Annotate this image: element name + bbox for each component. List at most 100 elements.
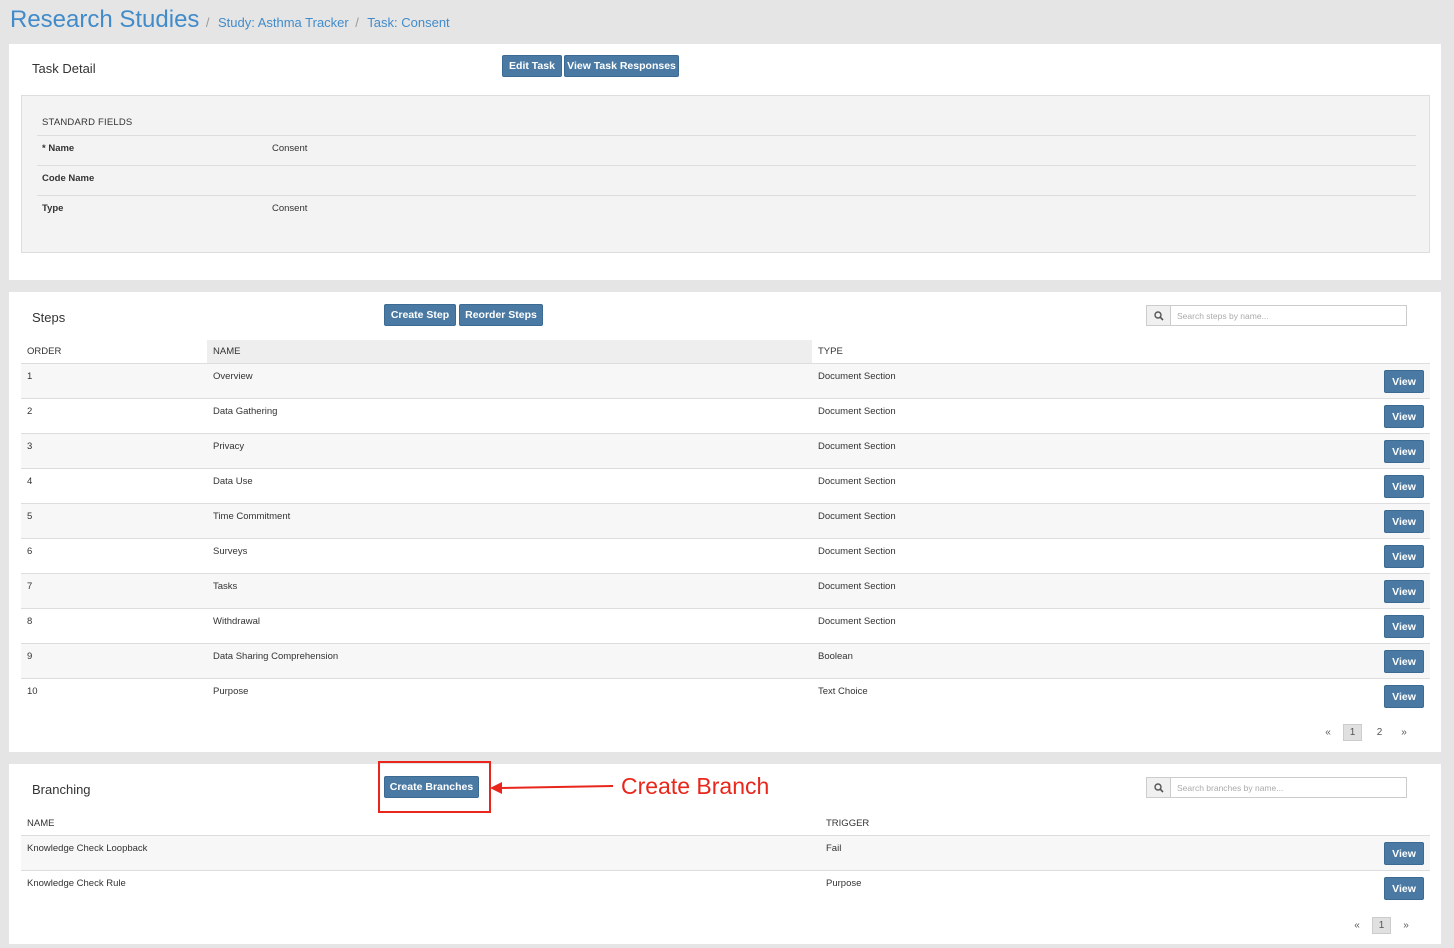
cell-name: Withdrawal (213, 616, 260, 627)
standard-fields-box: STANDARD FIELDS * Name Consent Code Name… (21, 95, 1430, 253)
table-row: 1 Overview Document Section View (21, 363, 1430, 398)
view-step-button[interactable]: View (1384, 370, 1424, 393)
view-task-responses-button[interactable]: View Task Responses (564, 55, 679, 77)
standard-fields-heading: STANDARD FIELDS (42, 117, 133, 128)
view-step-button[interactable]: View (1384, 685, 1424, 708)
pager-prev-icon[interactable]: « (1321, 727, 1335, 738)
view-branch-button[interactable]: View (1384, 877, 1424, 900)
field-row-code-name: Code Name (37, 165, 1416, 195)
cell-type: Text Choice (818, 686, 868, 697)
pager-page-1[interactable]: 1 (1372, 917, 1391, 934)
create-step-button[interactable]: Create Step (384, 304, 456, 326)
column-header-type[interactable]: TYPE (812, 340, 1430, 363)
field-label: * Name (42, 143, 75, 154)
cell-order: 10 (27, 686, 38, 697)
breadcrumb-separator: / (355, 15, 359, 30)
edit-task-button[interactable]: Edit Task (502, 55, 562, 77)
search-icon[interactable] (1147, 778, 1171, 797)
table-row: Knowledge Check Loopback Fail View (21, 835, 1430, 870)
view-step-button[interactable]: View (1384, 510, 1424, 533)
page-title[interactable]: Research Studies (10, 6, 199, 33)
field-row-type: Type Consent (37, 195, 1416, 225)
cell-order: 3 (27, 441, 33, 452)
view-step-button[interactable]: View (1384, 650, 1424, 673)
cell-type: Document Section (818, 371, 896, 382)
cell-order: 9 (27, 651, 33, 662)
cell-name: Data Sharing Comprehension (213, 651, 339, 662)
cell-type: Document Section (818, 616, 896, 627)
view-step-button[interactable]: View (1384, 580, 1424, 603)
table-row: 6 Surveys Document Section View (21, 538, 1430, 573)
annotation-arrow-icon (490, 782, 614, 794)
breadcrumb: Research Studies / Study: Asthma Tracker… (10, 6, 450, 36)
breadcrumb-study[interactable]: Study: Asthma Tracker (218, 15, 349, 30)
column-header-name[interactable]: NAME (207, 340, 812, 363)
cell-order: 4 (27, 476, 33, 487)
field-label: Code Name (42, 173, 95, 184)
task-detail-title: Task Detail (32, 61, 96, 76)
annotation-label: Create Branch (621, 773, 770, 799)
table-row: 7 Tasks Document Section View (21, 573, 1430, 608)
cell-name: Data Gathering (213, 406, 278, 417)
table-row: 5 Time Commitment Document Section View (21, 503, 1430, 538)
view-step-button[interactable]: View (1384, 405, 1424, 428)
cell-type: Document Section (818, 581, 896, 592)
pager-next-icon[interactable]: » (1399, 920, 1413, 931)
table-row: 2 Data Gathering Document Section View (21, 398, 1430, 433)
view-step-button[interactable]: View (1384, 615, 1424, 638)
cell-name: Purpose (213, 686, 249, 697)
cell-name: Privacy (213, 441, 245, 452)
cell-order: 6 (27, 546, 33, 557)
table-row: 8 Withdrawal Document Section View (21, 608, 1430, 643)
steps-pager: « 1 2 » (1317, 724, 1415, 741)
cell-order: 5 (27, 511, 33, 522)
view-step-button[interactable]: View (1384, 545, 1424, 568)
field-value: Consent (272, 143, 308, 154)
table-row: 3 Privacy Document Section View (21, 433, 1430, 468)
branching-title: Branching (32, 782, 91, 797)
cell-order: 8 (27, 616, 33, 627)
pager-next-icon[interactable]: » (1397, 727, 1411, 738)
search-icon[interactable] (1147, 306, 1171, 325)
cell-type: Document Section (818, 476, 896, 487)
cell-name: Overview (213, 371, 253, 382)
table-row: 10 Purpose Text Choice View (21, 678, 1430, 713)
view-step-button[interactable]: View (1384, 475, 1424, 498)
cell-name: Knowledge Check Loopback (27, 843, 148, 854)
view-step-button[interactable]: View (1384, 440, 1424, 463)
reorder-steps-button[interactable]: Reorder Steps (459, 304, 543, 326)
table-row: Knowledge Check Rule Purpose View (21, 870, 1430, 905)
branches-search-input[interactable] (1171, 778, 1406, 797)
cell-name: Data Use (213, 476, 253, 487)
table-row: 4 Data Use Document Section View (21, 468, 1430, 503)
cell-trigger: Fail (826, 843, 842, 854)
steps-search (1146, 305, 1407, 326)
cell-name: Tasks (213, 581, 238, 592)
branches-pager: « 1 » (1346, 917, 1417, 934)
column-header-trigger[interactable]: TRIGGER (820, 812, 1430, 835)
field-row-name: * Name Consent (37, 135, 1416, 165)
pager-page-1[interactable]: 1 (1343, 724, 1362, 741)
view-branch-button[interactable]: View (1384, 842, 1424, 865)
cell-type: Document Section (818, 406, 896, 417)
steps-table-header: ORDER NAME TYPE (21, 340, 1430, 363)
steps-title: Steps (32, 310, 66, 325)
column-header-order[interactable]: ORDER (21, 340, 207, 363)
task-detail-panel: Task Detail Edit Task View Task Response… (9, 44, 1441, 280)
breadcrumb-task[interactable]: Task: Consent (367, 15, 449, 30)
table-row: 9 Data Sharing Comprehension Boolean View (21, 643, 1430, 678)
cell-type: Document Section (818, 546, 896, 557)
cell-trigger: Purpose (826, 878, 862, 889)
pager-prev-icon[interactable]: « (1350, 920, 1364, 931)
cell-order: 1 (27, 371, 33, 382)
column-header-name[interactable]: NAME (21, 812, 820, 835)
branches-search (1146, 777, 1407, 798)
branches-table-header: NAME TRIGGER (21, 812, 1430, 835)
cell-order: 7 (27, 581, 33, 592)
steps-search-input[interactable] (1171, 306, 1406, 325)
cell-order: 2 (27, 406, 33, 417)
cell-name: Time Commitment (213, 511, 291, 522)
pager-page-2[interactable]: 2 (1370, 724, 1389, 741)
cell-type: Boolean (818, 651, 853, 662)
annotation-highlight-box (378, 761, 491, 813)
